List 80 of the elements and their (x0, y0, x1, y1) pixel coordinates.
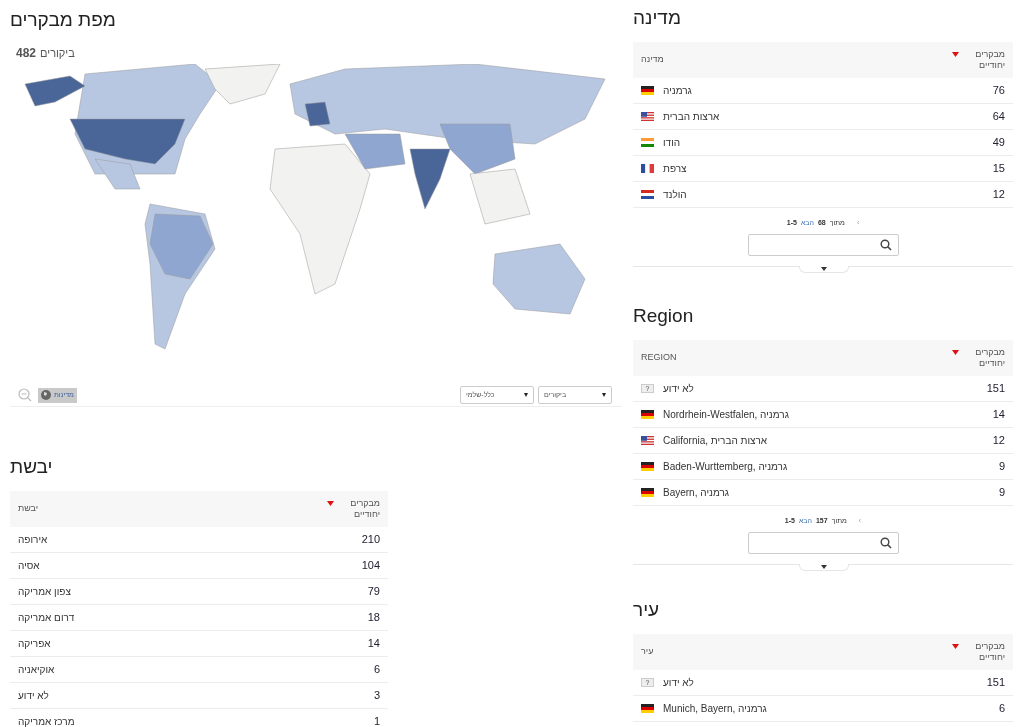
table-cell-text: 12 (992, 433, 1005, 449)
flag-icon (641, 488, 654, 497)
sort-icon[interactable] (952, 644, 959, 649)
expand-tab[interactable] (799, 564, 849, 571)
caret-icon (821, 267, 827, 271)
table-cell-text: אוקיאניה (18, 663, 55, 677)
search-icon (879, 537, 892, 549)
section-title: מדינה (633, 6, 682, 30)
visits-count: 482 (16, 45, 37, 62)
table-cell-text: גרמניה (663, 84, 692, 98)
caret-icon: ▾ (524, 389, 528, 401)
table-cell-text: 49 (992, 135, 1005, 151)
section-title: עיר (633, 598, 661, 622)
table-cell-text: 3 (373, 688, 380, 704)
column-header[interactable]: מבקרים יחודיים (338, 498, 380, 520)
flag-icon (641, 462, 654, 471)
sort-icon[interactable] (327, 501, 334, 506)
table-cell-text: 14 (367, 636, 380, 652)
table-cell-text: Nordrhein-Westfalen, גרמניה (663, 408, 789, 422)
table-cell-text: 9 (998, 485, 1005, 501)
table-cell-text: דרום אמריקה (18, 611, 75, 625)
search-icon (879, 239, 892, 251)
table-cell-text: צרפת (663, 162, 687, 176)
table-cell-text: 64 (992, 109, 1005, 125)
table-cell-text: 1 (373, 714, 380, 727)
table-cell-text: 104 (361, 558, 380, 574)
flag-icon (641, 436, 654, 445)
sort-icon[interactable] (952, 52, 959, 57)
column-header: מדינה (641, 53, 664, 67)
table-cell-text: 79 (367, 584, 380, 600)
sort-icon[interactable] (952, 350, 959, 355)
table-cell-text: אירופה (18, 533, 48, 547)
table-cell-text: מרכז אמריקה (18, 715, 75, 727)
flag-icon (641, 164, 654, 173)
table-cell-text: לא ידוע (663, 676, 694, 690)
table-cell-text: הודו (663, 136, 681, 150)
visits-label: ביקורים (40, 46, 75, 61)
table-cell-text: 6 (998, 701, 1005, 717)
column-header[interactable]: מבקרים יחודיים (963, 49, 1005, 71)
table-cell-text: לא ידוע (18, 689, 49, 703)
table-cell-text: הולנד (663, 188, 687, 202)
caret-icon: ▾ (602, 389, 606, 401)
globe-icon (41, 390, 51, 400)
table-cell-text: צפון אמריקה (18, 585, 71, 599)
flag-icon (641, 86, 654, 95)
table-cell-text: 76 (992, 83, 1005, 99)
column-header: REGION (641, 351, 677, 365)
table-cell-text: 12 (992, 187, 1005, 203)
section-title: יבשת (10, 455, 54, 479)
table-cell-text: California, ארצות הברית (663, 434, 768, 448)
column-header[interactable]: מבקרים יחודיים (963, 347, 1005, 369)
table-cell-text: Munich, Bayern, גרמניה (663, 702, 767, 716)
flag-icon (641, 190, 654, 199)
table-cell-text: Bayern, גרמניה (663, 486, 730, 500)
expand-tab[interactable] (799, 266, 849, 273)
table-cell-text: לא ידוע (663, 382, 694, 396)
table-cell-text: 151 (986, 675, 1005, 691)
table-cell-text: 210 (361, 532, 380, 548)
column-header: יבשת (18, 502, 39, 516)
table-cell-text: Baden-Wurttemberg, גרמניה (663, 460, 788, 474)
search-field[interactable] (747, 532, 899, 554)
flag-icon (641, 410, 654, 419)
table-cell-text: 9 (998, 459, 1005, 475)
table-cell-text: 151 (986, 381, 1005, 397)
table-cell-text: 15 (992, 161, 1005, 177)
flag-icon (641, 112, 654, 121)
column-header: עיר (641, 645, 654, 659)
section-title: Region (633, 304, 695, 328)
column-header[interactable]: מבקרים יחודיים (963, 641, 1005, 663)
table-cell-text: 18 (367, 610, 380, 626)
table-cell-text: אפריקה (18, 637, 51, 651)
section-title: מפת מבקרים (10, 8, 117, 32)
table-cell-text: 6 (373, 662, 380, 678)
table-cell-text: ארצות הברית (663, 110, 720, 124)
flag-icon (641, 138, 654, 147)
caret-icon (821, 565, 827, 569)
table-cell-text: אסיה (18, 559, 40, 573)
flag-icon (641, 704, 654, 713)
table-cell-text: 14 (992, 407, 1005, 423)
search-field[interactable] (747, 234, 899, 256)
